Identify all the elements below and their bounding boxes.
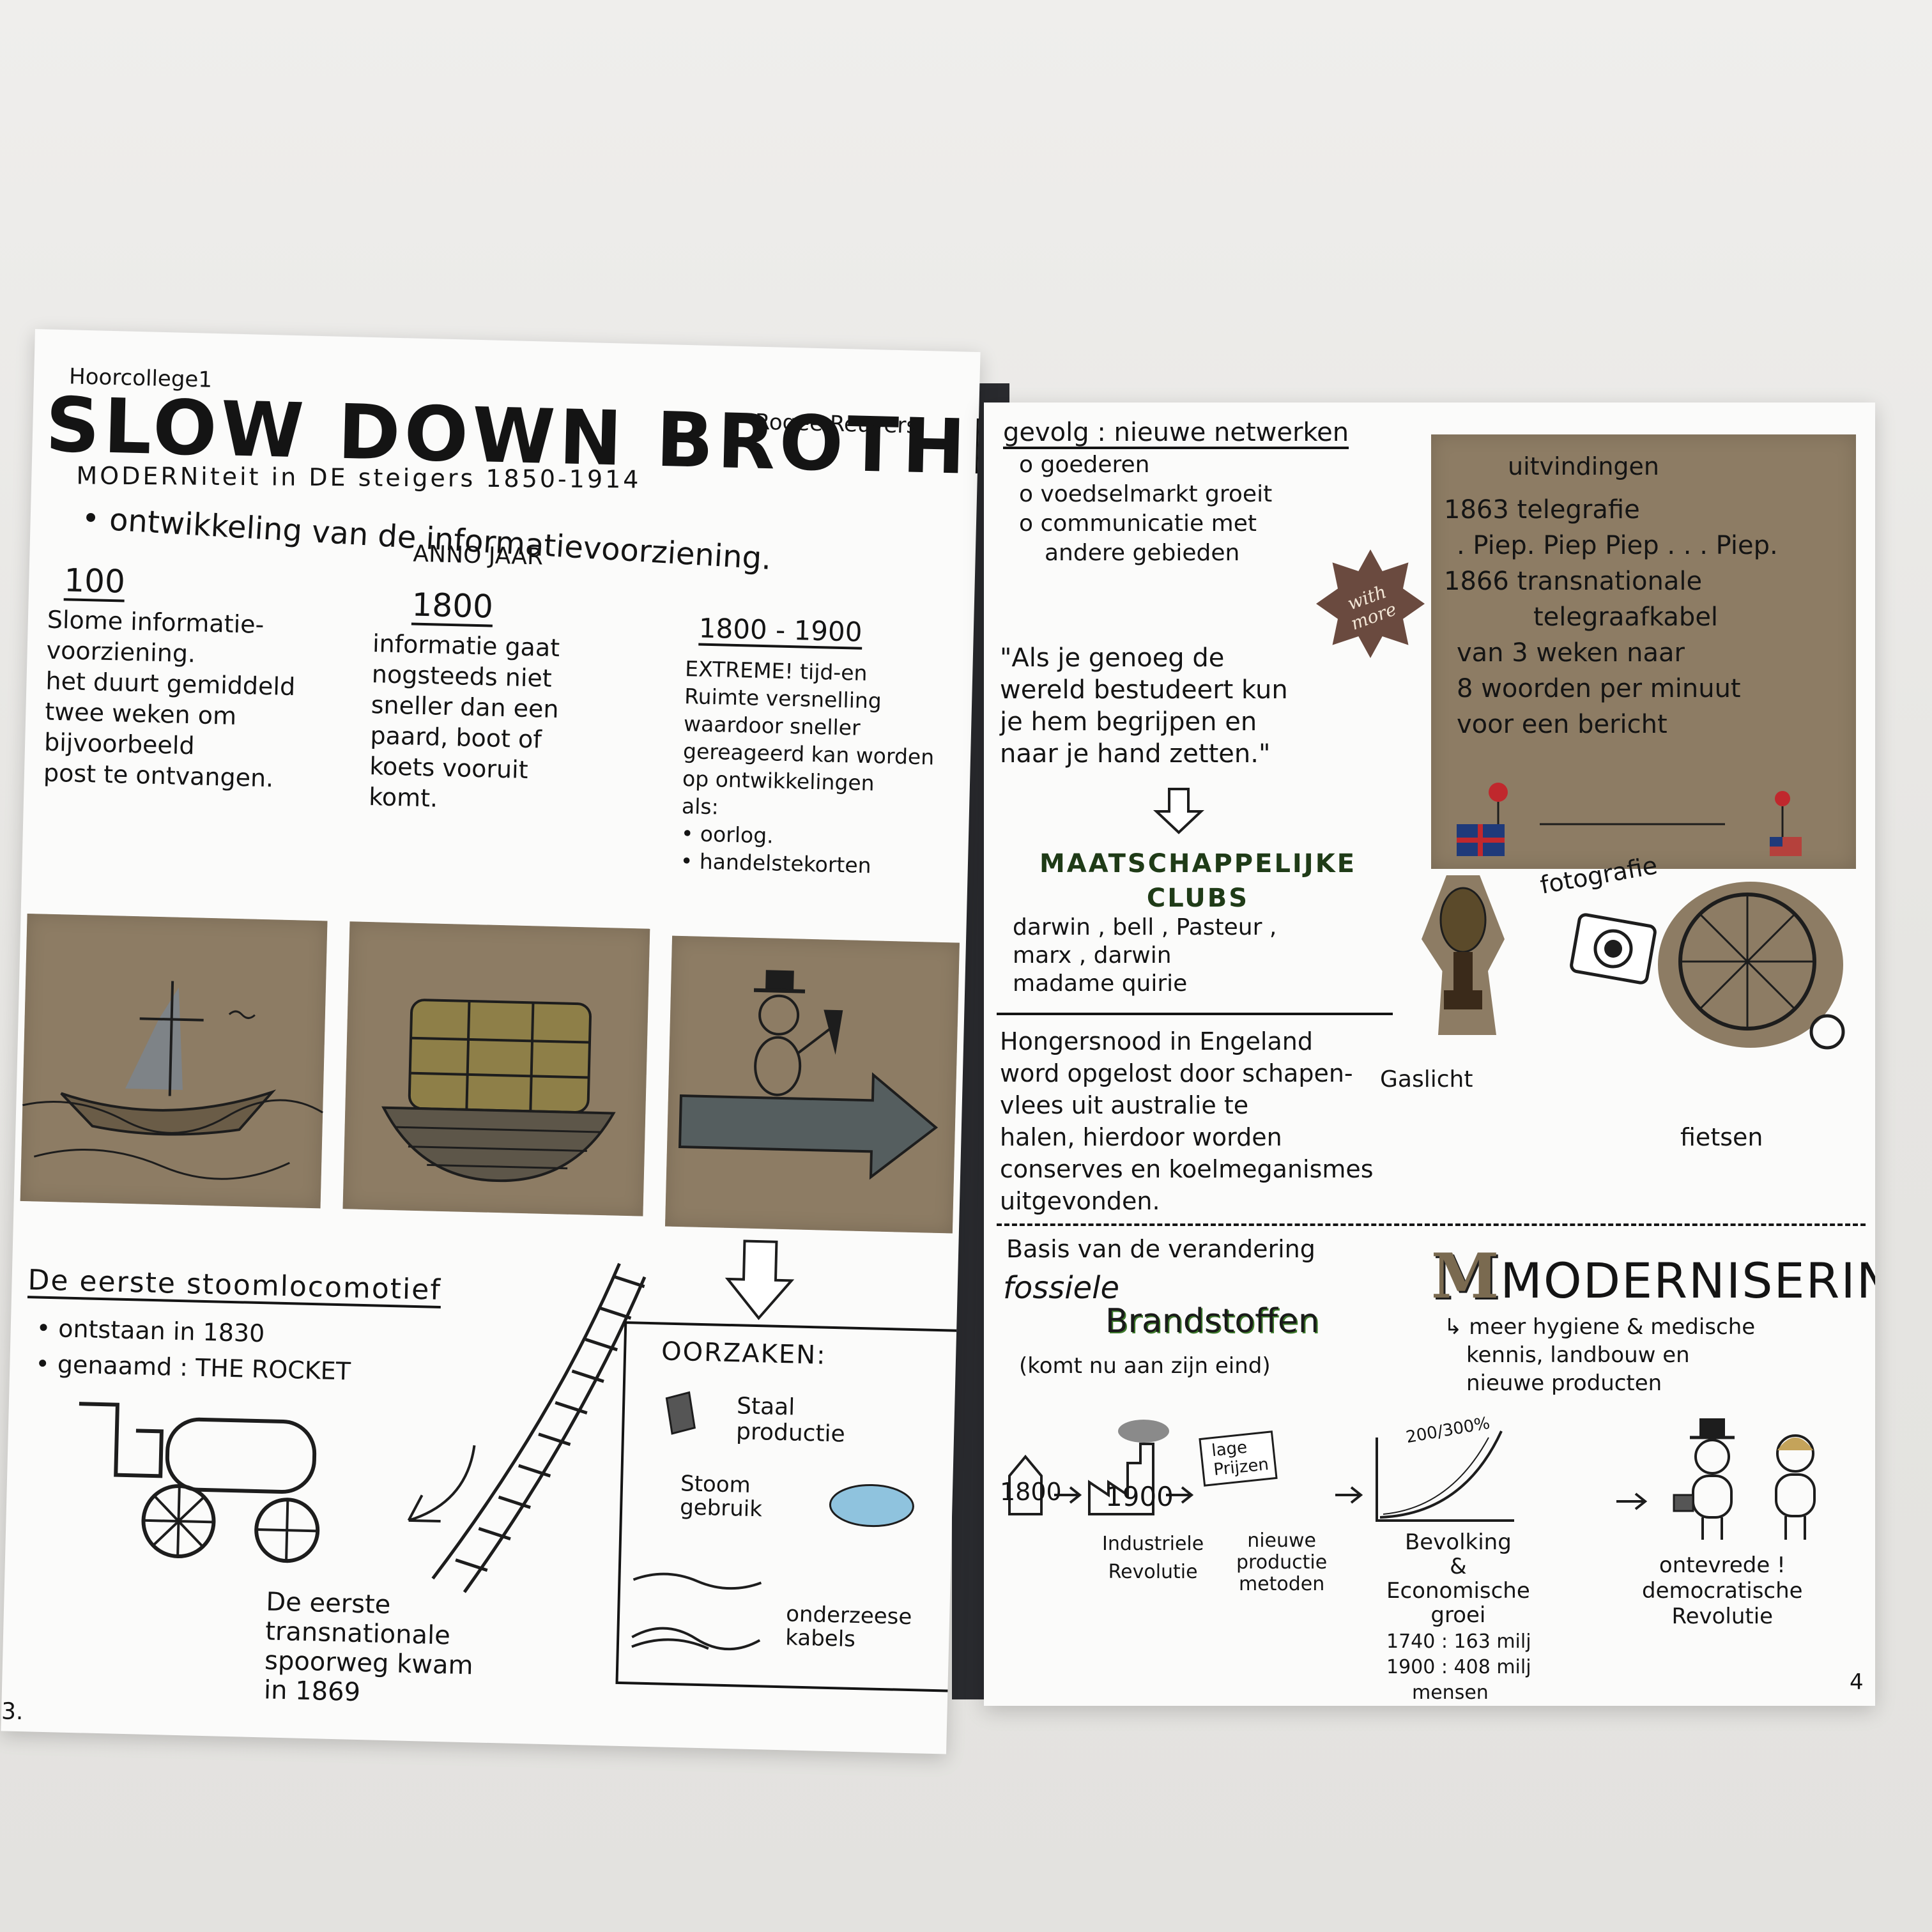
democratic-revolution: ontevrede ! democratische Revolutie — [1642, 1552, 1803, 1629]
runner-drawing — [664, 935, 960, 1234]
clubs-title: MAATSCHAPPELIJKE CLUBS — [1039, 849, 1357, 913]
inventions-card: uitvindingen 1863 telegrafie . Piep. Pie… — [1431, 434, 1856, 869]
telegraph-map — [1457, 783, 1802, 856]
subtitle: MODERNiteit in DE steigers 1850-1914 — [76, 461, 641, 494]
gevolg-list: o goederen o voedselmarkt groeit o communi… — [1019, 452, 1273, 566]
divider-1 — [997, 1013, 1393, 1015]
modernisering-lines: ↳ meer hygiene & medische kennis, landbou… — [1444, 1314, 1756, 1396]
ship-drawing — [20, 913, 328, 1209]
locomotive-facts: • ontstaan in 1830 • genaamd : THE ROCKET — [34, 1314, 351, 1386]
runner-illustration — [678, 970, 939, 1180]
year-1800: 1800 — [411, 586, 494, 627]
down-arrow-icon — [724, 1239, 795, 1321]
steel-block-icon — [665, 1391, 696, 1435]
arrow-to-rocket — [407, 1445, 476, 1523]
camera-drawing — [1570, 913, 1657, 985]
bicycle-drawing — [1658, 882, 1845, 1050]
column-text-1800-1900: EXTREME! tijd-en Ruimte versnelling waardo… — [680, 656, 935, 878]
with-more-sticker: with more — [1316, 549, 1425, 658]
gaslicht-label: Gaslicht — [1380, 1066, 1473, 1092]
ship-illustration — [22, 981, 323, 1180]
notebook-left-page: Hoorcollege1 SLOW DOWN BROTHER Rogee Reu… — [1, 329, 981, 1754]
wave-line — [632, 1572, 762, 1590]
causes-title: OORZAKEN: — [661, 1337, 827, 1370]
inventions-lines: 1863 telegrafie . Piep. Piep Piep . . . … — [1444, 495, 1778, 739]
coach-drawing — [342, 921, 650, 1216]
production-methods: nieuwe productie metoden — [1236, 1529, 1328, 1595]
industrial-revolution: Industriele Revolutie — [1102, 1533, 1204, 1583]
cable-waves — [631, 1627, 761, 1651]
steam-cloud-icon — [829, 1484, 914, 1528]
lage-prijzen-tag: lage Prijzen — [1199, 1430, 1278, 1487]
column-text-100: Slome informatie-voorziening. het duurt g… — [43, 605, 296, 793]
famine-text: Hongersnood in Engeland word opgelost doo… — [1000, 1027, 1374, 1215]
basis-title: Basis van de verandering — [1006, 1235, 1315, 1263]
lage-prijzen-text: lage Prijzen — [1210, 1438, 1270, 1480]
clubs-names: darwin , bell , Pasteur , marx , darwin ma… — [1013, 914, 1277, 997]
column-text-1800: informatie gaat nogsteeds niet sneller dan… — [368, 629, 560, 813]
locomotive-heading: De eerste stoomlocomotief — [27, 1264, 441, 1309]
cause-steam: Stoom gebruik — [679, 1471, 763, 1522]
year-100: 100 — [63, 562, 126, 602]
author-name: Rogee Reuvers — [755, 409, 918, 439]
lamp-illustration — [1439, 887, 1487, 1009]
fossil-word-1: fossiele — [1003, 1270, 1120, 1306]
notebook-right-page: gevolg : nieuwe netwerken o goederen o vo… — [984, 402, 1875, 1706]
causes-box: OORZAKEN: Staal productie Stoom gebruik … — [615, 1321, 962, 1692]
divider-dashed — [997, 1223, 1866, 1226]
drop-cap-m: M — [1431, 1240, 1501, 1312]
quote: "Als je genoeg de wereld bestudeert kun je… — [1000, 643, 1288, 769]
cause-steel: Staal productie — [735, 1393, 846, 1448]
sticker-text: with more — [1344, 581, 1400, 634]
page-number-right: 4 — [1850, 1669, 1864, 1695]
down-arrow-icon-2 — [1153, 788, 1205, 834]
cause-cables: onderzeese kabels — [785, 1601, 912, 1653]
gaslight-drawing — [1422, 875, 1505, 1035]
rocket-locomotive-drawing — [79, 1402, 320, 1563]
fossil-word-2: Brandstoffen — [1105, 1302, 1319, 1340]
page-number-left: 3. — [1, 1698, 24, 1726]
modernisering-word: MODERNISERING — [1500, 1252, 1875, 1309]
modernisering-title: MMODERNISERING — [1431, 1243, 1875, 1310]
population-figures: 1740 : 163 milj 1900 : 408 milj mensen — [1386, 1630, 1531, 1704]
year-1800-right: 1800 — [1000, 1478, 1062, 1506]
year-1900-right: 1900 — [1105, 1481, 1174, 1512]
cart-illustration — [381, 999, 616, 1183]
fossil-note: (komt nu aan zijn eind) — [1019, 1353, 1271, 1379]
population-growth: Bevolking & Economische groei — [1386, 1529, 1530, 1628]
fietsen-label: fietsen — [1680, 1123, 1763, 1151]
year-1800-1900: 1800 - 1900 — [698, 613, 862, 650]
gevolg-title: gevolg : nieuwe netwerken — [1003, 418, 1349, 449]
railway-caption: De eerste transnationale spoorweg kwam in 1… — [263, 1587, 474, 1708]
anno-jaar: ANNO JAAR — [413, 540, 544, 571]
two-people-drawing — [1673, 1418, 1816, 1540]
inventions-title: uitvindingen — [1508, 452, 1660, 480]
